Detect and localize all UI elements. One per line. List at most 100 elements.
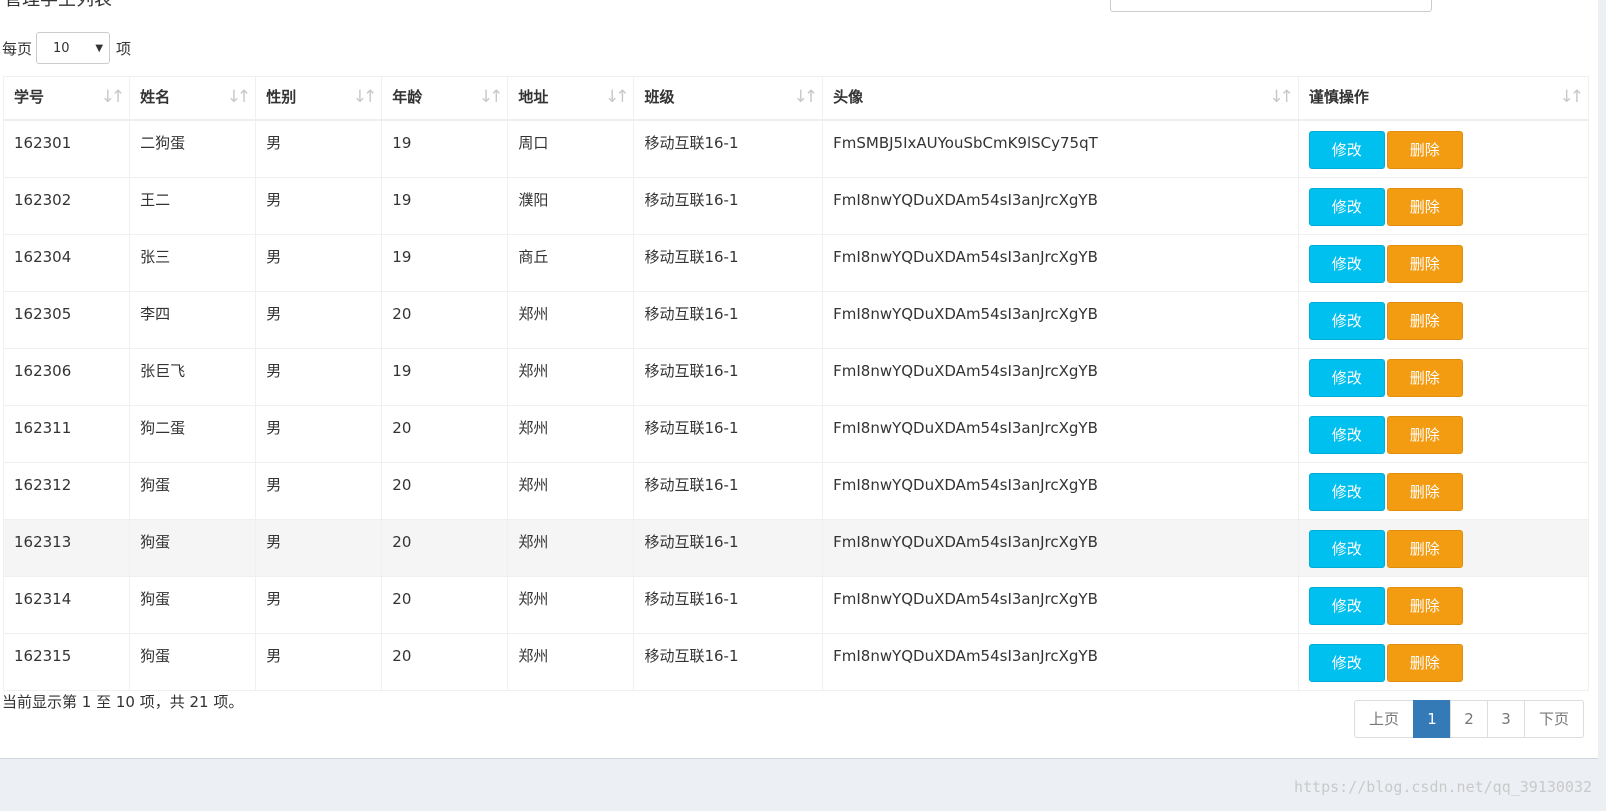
- header-label: 头像: [833, 88, 864, 106]
- header-label: 学号: [14, 88, 45, 106]
- student-id-cell: 162302: [2, 177, 131, 235]
- address-cell: 郑州: [507, 291, 635, 349]
- avatar-cell: FmI8nwYQDuXDAm54sI3anJrcXgYB: [822, 291, 1299, 349]
- student-id-cell: 162304: [2, 234, 131, 292]
- table-row: 162305 李四男 20 郑州 移动互联16-1 FmI8nwYQDuXDAm54sI3…: [2, 291, 1590, 349]
- header-actions[interactable]: 谨慎操作 ↓↑: [1297, 76, 1590, 121]
- header-student-id[interactable]: 学号 ↓↑: [2, 76, 131, 121]
- address-cell: 商丘: [507, 234, 635, 292]
- search-input[interactable]: [1110, 0, 1432, 12]
- address-cell: 濮阳: [507, 177, 635, 235]
- table-body: 162301 二狗蛋男 19 周口 移动互联16-1 FmSMBJ5IxAUYouSbCm…: [2, 119, 1590, 691]
- edit-button[interactable]: 修改: [1308, 359, 1385, 397]
- address-cell: 郑州: [507, 576, 635, 634]
- gender-cell: 男: [255, 633, 383, 691]
- class-cell: 移动互联16-1: [633, 119, 824, 178]
- class-cell: 移动互联16-1: [633, 405, 824, 463]
- address-cell: 郑州: [507, 462, 635, 520]
- avatar-cell: FmI8nwYQDuXDAm54sI3anJrcXgYB: [822, 633, 1299, 691]
- header-name[interactable]: 姓名 ↓↑: [129, 76, 257, 121]
- delete-button[interactable]: 删除: [1386, 131, 1463, 169]
- gender-cell: 男: [255, 291, 383, 349]
- sort-icon: ↓↑: [478, 87, 503, 107]
- age-cell: 20: [381, 291, 509, 349]
- address-cell: 郑州: [507, 405, 635, 463]
- actions-cell: 修改 删除: [1297, 576, 1590, 634]
- class-cell: 移动互联16-1: [633, 291, 824, 349]
- edit-button[interactable]: 修改: [1308, 245, 1385, 283]
- student-id-cell: 162306: [2, 348, 131, 406]
- age-cell: 19: [381, 177, 509, 235]
- student-id-cell: 162314: [2, 576, 131, 634]
- edit-button[interactable]: 修改: [1308, 473, 1385, 511]
- name-cell: 狗蛋: [129, 633, 257, 691]
- address-cell: 郑州: [507, 633, 635, 691]
- age-cell: 19: [381, 348, 509, 406]
- actions-cell: 修改 删除: [1297, 234, 1590, 292]
- table-row: 162304 张三男 19 商丘 移动互联16-1 FmI8nwYQDuXDAm54sI3…: [2, 234, 1590, 292]
- prev-page-button[interactable]: 上页: [1354, 700, 1414, 738]
- page-2-button[interactable]: 2: [1450, 700, 1488, 738]
- actions-cell: 修改 删除: [1297, 633, 1590, 691]
- class-cell: 移动互联16-1: [633, 462, 824, 520]
- header-label: 地址: [518, 88, 549, 106]
- header-address[interactable]: 地址 ↓↑: [507, 76, 635, 121]
- delete-button[interactable]: 删除: [1386, 245, 1463, 283]
- avatar-cell: FmI8nwYQDuXDAm54sI3anJrcXgYB: [822, 576, 1299, 634]
- watermark: https://blog.csdn.net/qq_39130032: [1293, 778, 1592, 796]
- age-cell: 20: [381, 633, 509, 691]
- edit-button[interactable]: 修改: [1308, 302, 1385, 340]
- header-label: 姓名: [140, 88, 171, 106]
- avatar-cell: FmI8nwYQDuXDAm54sI3anJrcXgYB: [822, 177, 1299, 235]
- edit-button[interactable]: 修改: [1308, 644, 1385, 682]
- gender-cell: 男: [255, 405, 383, 463]
- header-class[interactable]: 班级 ↓↑: [633, 76, 824, 121]
- table-row: 162306 张巨飞男 19 郑州 移动互联16-1 FmI8nwYQDuXDAm54sI…: [2, 348, 1590, 406]
- delete-button[interactable]: 删除: [1386, 188, 1463, 226]
- length-suffix: 项: [116, 39, 132, 58]
- student-id-cell: 162315: [2, 633, 131, 691]
- delete-button[interactable]: 删除: [1386, 473, 1463, 511]
- header-gender[interactable]: 性别 ↓↑: [255, 76, 383, 121]
- actions-cell: 修改 删除: [1297, 291, 1590, 349]
- table-row: 162311 狗二蛋男 20 郑州 移动互联16-1 FmI8nwYQDuXDAm54sI…: [2, 405, 1590, 463]
- age-cell: 20: [381, 462, 509, 520]
- page-3-button[interactable]: 3: [1487, 700, 1525, 738]
- delete-button[interactable]: 删除: [1386, 302, 1463, 340]
- avatar-cell: FmI8nwYQDuXDAm54sI3anJrcXgYB: [822, 348, 1299, 406]
- age-cell: 19: [381, 119, 509, 178]
- table-info: 当前显示第 1 至 10 项，共 21 项。: [2, 693, 244, 711]
- page-length-select[interactable]: 10 ▼: [36, 32, 111, 64]
- student-id-cell: 162312: [2, 462, 131, 520]
- delete-button[interactable]: 删除: [1386, 416, 1463, 454]
- header-label: 班级: [644, 88, 675, 106]
- gender-cell: 男: [255, 576, 383, 634]
- page-title: 管理学生列表: [4, 0, 112, 12]
- actions-cell: 修改 删除: [1297, 462, 1590, 520]
- edit-button[interactable]: 修改: [1308, 188, 1385, 226]
- edit-button[interactable]: 修改: [1308, 587, 1385, 625]
- class-cell: 移动互联16-1: [633, 234, 824, 292]
- page-length-control: 每页 10 ▼ 项: [2, 32, 131, 64]
- edit-button[interactable]: 修改: [1308, 416, 1385, 454]
- chevron-down-icon: ▼: [95, 43, 104, 54]
- edit-button[interactable]: 修改: [1308, 131, 1385, 169]
- header-label: 年龄: [392, 88, 423, 106]
- page-1-button[interactable]: 1: [1413, 700, 1451, 738]
- next-page-button[interactable]: 下页: [1524, 700, 1584, 738]
- delete-button[interactable]: 删除: [1386, 644, 1463, 682]
- header-age[interactable]: 年龄 ↓↑: [381, 76, 509, 121]
- class-cell: 移动互联16-1: [633, 177, 824, 235]
- gender-cell: 男: [255, 519, 383, 577]
- delete-button[interactable]: 删除: [1386, 587, 1463, 625]
- actions-cell: 修改 删除: [1297, 405, 1590, 463]
- edit-button[interactable]: 修改: [1308, 530, 1385, 568]
- gender-cell: 男: [255, 177, 383, 235]
- page-length-value: 10: [53, 41, 70, 56]
- avatar-cell: FmI8nwYQDuXDAm54sI3anJrcXgYB: [822, 462, 1299, 520]
- delete-button[interactable]: 删除: [1386, 530, 1463, 568]
- delete-button[interactable]: 删除: [1386, 359, 1463, 397]
- gender-cell: 男: [255, 119, 383, 178]
- length-prefix: 每页: [2, 39, 33, 58]
- header-avatar[interactable]: 头像 ↓↑: [822, 76, 1299, 121]
